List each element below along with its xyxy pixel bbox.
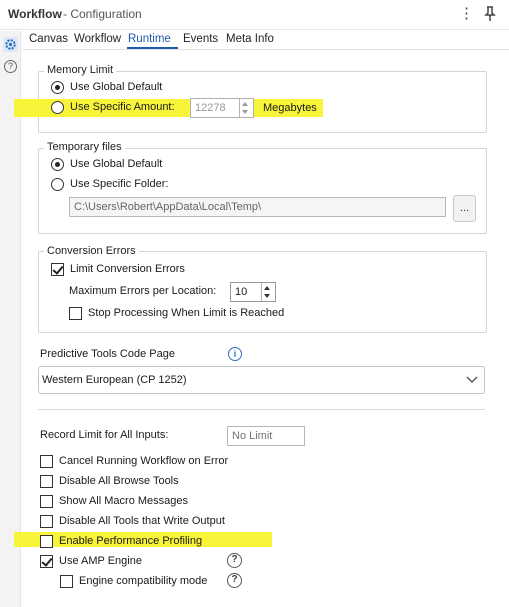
temp-global-default-radio[interactable] <box>51 158 64 171</box>
conversion-errors-title: Conversion Errors <box>44 245 139 257</box>
memory-specific-amount-label: Use Specific Amount: <box>70 101 175 113</box>
predictive-code-page-label: Predictive Tools Code Page <box>40 348 175 360</box>
window-subtitle: - Configuration <box>63 7 142 21</box>
memory-specific-amount-radio[interactable] <box>51 101 64 114</box>
section-divider <box>38 409 485 410</box>
disable-write-output-checkbox[interactable] <box>40 515 53 528</box>
tab-events[interactable]: Events <box>183 33 218 49</box>
max-errors-stepper[interactable]: 10 <box>230 282 276 302</box>
pin-icon[interactable] <box>482 4 498 24</box>
compat-help-icon[interactable]: ? <box>227 573 242 588</box>
chevron-down-icon <box>466 375 478 388</box>
use-amp-engine-checkbox[interactable] <box>40 555 53 568</box>
record-limit-label: Record Limit for All Inputs: <box>40 429 169 441</box>
tab-workflow[interactable]: Workflow <box>74 33 121 49</box>
engine-compat-checkbox[interactable] <box>60 575 73 588</box>
memory-amount-value: 12278 <box>195 102 226 114</box>
temp-global-default-label: Use Global Default <box>70 158 163 170</box>
performance-profiling-checkbox[interactable] <box>40 535 53 548</box>
temporary-files-title: Temporary files <box>44 141 125 153</box>
cancel-on-error-checkbox[interactable] <box>40 455 53 468</box>
temp-specific-folder-radio[interactable] <box>51 178 64 191</box>
tabs-divider <box>22 49 509 50</box>
disable-browse-tools-checkbox[interactable] <box>40 475 53 488</box>
performance-profiling-label: Enable Performance Profiling <box>59 535 203 547</box>
show-macro-messages-label: Show All Macro Messages <box>59 495 188 507</box>
info-icon[interactable]: i <box>228 347 242 361</box>
help-icon[interactable]: ? <box>4 60 17 73</box>
limit-conversion-errors-checkbox[interactable] <box>51 263 64 276</box>
stop-processing-label: Stop Processing When Limit is Reached <box>88 307 285 319</box>
cancel-on-error-label: Cancel Running Workflow on Error <box>59 455 229 467</box>
temp-folder-path-field[interactable]: C:\Users\Robert\AppData\Local\Temp\ <box>69 197 446 217</box>
stop-processing-checkbox[interactable] <box>69 307 82 320</box>
amp-help-icon[interactable]: ? <box>227 553 242 568</box>
memory-amount-arrows[interactable] <box>239 99 253 117</box>
memory-global-default-radio[interactable] <box>51 81 64 94</box>
tab-meta-info[interactable]: Meta Info <box>226 33 274 49</box>
code-page-selected: Western European (CP 1252) <box>42 374 187 386</box>
more-menu-icon[interactable]: ⋮ <box>459 4 474 24</box>
memory-unit-label: Megabytes <box>263 102 317 114</box>
show-macro-messages-checkbox[interactable] <box>40 495 53 508</box>
gear-icon[interactable] <box>3 37 18 52</box>
left-rail <box>0 31 21 607</box>
max-errors-label: Maximum Errors per Location: <box>69 285 217 297</box>
limit-conversion-errors-label: Limit Conversion Errors <box>70 263 185 275</box>
disable-browse-tools-label: Disable All Browse Tools <box>59 475 179 487</box>
max-errors-arrows[interactable] <box>261 283 275 301</box>
window-title: Workflow <box>8 7 62 21</box>
memory-amount-stepper[interactable]: 12278 <box>190 98 254 118</box>
tab-canvas[interactable]: Canvas <box>29 33 68 49</box>
max-errors-value: 10 <box>235 286 248 298</box>
disable-write-output-label: Disable All Tools that Write Output <box>59 515 225 527</box>
code-page-dropdown[interactable]: Western European (CP 1252) <box>38 366 485 394</box>
use-amp-engine-label: Use AMP Engine <box>59 555 142 567</box>
record-limit-input[interactable] <box>227 426 305 446</box>
engine-compat-label: Engine compatibility mode <box>79 575 208 587</box>
temp-specific-folder-label: Use Specific Folder: <box>70 178 169 190</box>
memory-limit-title: Memory Limit <box>44 64 117 76</box>
browse-folder-button[interactable]: ... <box>453 195 476 222</box>
memory-global-default-label: Use Global Default <box>70 81 163 93</box>
